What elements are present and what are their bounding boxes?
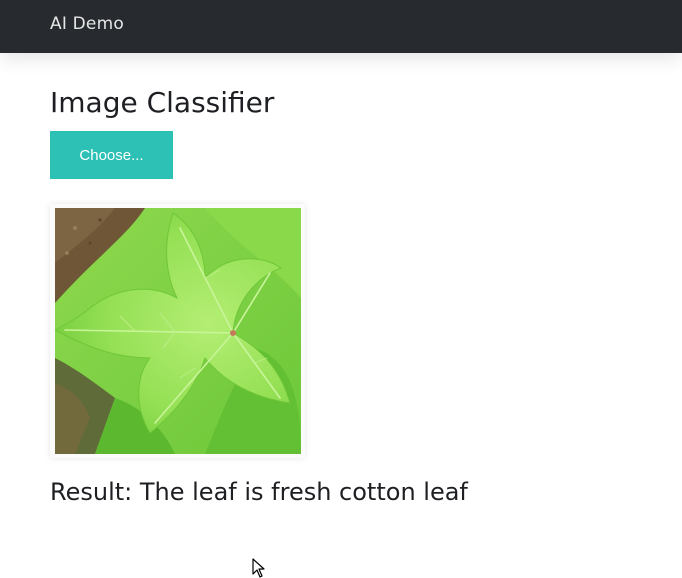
result-text: Result: The leaf is fresh cotton leaf — [50, 478, 468, 506]
navbar: AI Demo — [0, 0, 682, 53]
brand-link[interactable]: AI Demo — [50, 14, 124, 34]
page-title: Image Classifier — [50, 86, 275, 119]
mouse-pointer-icon — [252, 558, 265, 578]
leaf-image — [55, 208, 301, 454]
image-preview — [50, 204, 305, 458]
choose-file-button[interactable]: Choose... — [50, 131, 173, 179]
